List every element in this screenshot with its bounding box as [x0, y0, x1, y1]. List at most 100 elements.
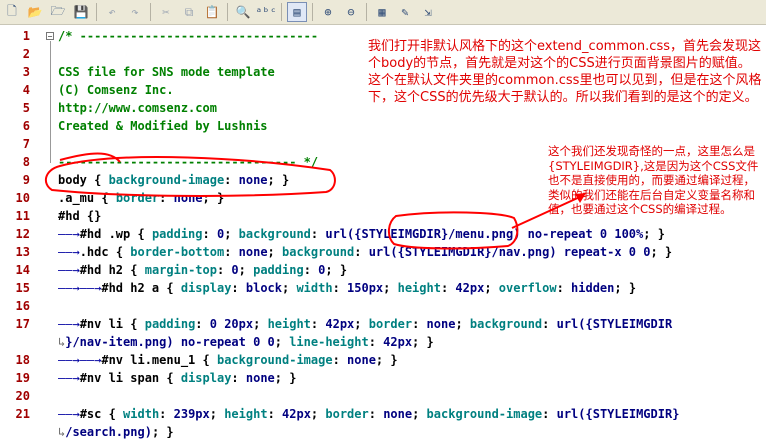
token-pn: :	[202, 227, 217, 241]
code-line[interactable]: 14 ——→#hd h2 { margin-top: 0; padding: 0;…	[0, 261, 766, 279]
redo-icon[interactable]: ↷	[125, 2, 145, 22]
spellcheck-icon[interactable]: ᵃᵇᶜ	[255, 2, 277, 22]
token-pn: {	[101, 191, 116, 205]
token-arrow: ——→	[58, 245, 80, 259]
token-sel: .a_mu	[58, 191, 102, 205]
token-val: 150px	[347, 281, 384, 295]
token-val: none	[383, 407, 413, 421]
token-pn: :	[224, 173, 239, 187]
save-icon[interactable]: 💾	[71, 2, 91, 22]
token-pn: ; }	[202, 191, 225, 205]
token-sel: #sc	[79, 407, 109, 421]
line-number: 13	[15, 245, 30, 259]
code-line[interactable]: 20	[0, 387, 766, 405]
code-line[interactable]: ↳}/nav-item.png) no-repeat 0 0; line-hei…	[0, 333, 766, 351]
code-text: ——→#hd h2 { margin-top: 0; padding: 0; }	[58, 261, 347, 279]
line-number: 2	[22, 47, 30, 61]
token-pn: ;	[224, 227, 239, 241]
token-val: none	[238, 173, 268, 187]
token-pn: {	[115, 245, 131, 259]
code-text: --------------------------------- */	[58, 153, 318, 171]
token-pn: :	[332, 353, 348, 367]
line-number: 11	[15, 209, 30, 223]
open-file-icon[interactable]: 🗁	[48, 2, 68, 22]
token-pn: :	[556, 281, 572, 295]
copy-icon[interactable]: ⧉	[179, 2, 199, 22]
line-number: 7	[22, 137, 30, 151]
open-folder-icon[interactable]: 📂	[25, 2, 45, 22]
token-pn: :	[231, 281, 246, 295]
token-cm: --------------------------------- */	[58, 155, 319, 169]
run-icon[interactable]: ⇲	[418, 2, 438, 22]
token-val: 0	[231, 263, 239, 277]
token-prop: line-height	[289, 335, 369, 349]
token-val: 42px	[282, 407, 311, 421]
toolbar-separator	[96, 3, 97, 21]
token-sel: body	[58, 173, 95, 187]
code-line[interactable]: 13 ——→.hdc { border-bottom: none; backgro…	[0, 243, 766, 261]
undo-icon[interactable]: ↶	[102, 2, 122, 22]
token-pn: ; }	[274, 371, 297, 385]
annotation-note-body: 我们打开非默认风格下的这个extend_common.css，首先会发现这个bo…	[368, 39, 762, 105]
code-line[interactable]: 16	[0, 297, 766, 315]
token-prop: display	[180, 281, 232, 295]
code-line[interactable]: ↳/search.png); }	[0, 423, 766, 441]
token-pn: :	[231, 371, 246, 385]
token-sel: #hd .wp	[79, 227, 138, 241]
toolbar-separator	[366, 3, 367, 21]
zoom-out-icon[interactable]: ⊖	[341, 2, 361, 22]
line-number: 21	[15, 407, 30, 421]
token-prop: background	[282, 245, 355, 259]
code-text: ——→——→#nv li.menu_1 { background-image: …	[58, 351, 398, 369]
code-line[interactable]: 17 ——→#nv li { padding: 0 20px; height: 4…	[0, 315, 766, 333]
zoom-in-icon[interactable]: ⊕	[318, 2, 338, 22]
token-pn: ;	[274, 335, 290, 349]
line-number: 8	[22, 155, 30, 169]
fold-toggle-icon[interactable]: −	[46, 32, 54, 41]
token-pn: :	[303, 263, 319, 277]
code-line[interactable]: 18 ——→——→#nv li.menu_1 { background-image…	[0, 351, 766, 369]
word-wrap-icon[interactable]: ▤	[287, 2, 307, 22]
token-val: 42px	[455, 281, 485, 295]
code-line[interactable]: 15 ——→——→#hd h2 a { display: block; width…	[0, 279, 766, 297]
token-pn: ;	[253, 317, 268, 331]
token-arrow: ——→	[58, 263, 80, 277]
toolbar-separator	[227, 3, 228, 21]
token-prop: padding	[144, 317, 196, 331]
find-icon[interactable]: 🔍	[233, 2, 253, 22]
token-cm: Created & Modified by Lushnis	[58, 119, 268, 133]
token-val: url({STYLEIMGDIR}/menu.png) no-repeat 0 …	[325, 227, 644, 241]
annotation-note-styleimgdir: 这个我们还发现奇怪的一点，这里怎么是{STYLEIMGDIR},这是因为这个CS…	[548, 144, 759, 216]
token-pn: {	[137, 227, 152, 241]
code-line[interactable]: 12 ——→#hd .wp { padding: 0; background: u…	[0, 225, 766, 243]
toolbar-separator	[150, 3, 151, 21]
code-line[interactable]: 19 ——→#nv li span { display: none; }	[0, 369, 766, 387]
code-text: /* ---------------------------------	[58, 27, 318, 45]
token-pn: :	[368, 335, 384, 349]
token-pn: {	[166, 371, 181, 385]
paste-icon[interactable]: 📋	[202, 2, 222, 22]
token-pn: ; }	[325, 263, 348, 277]
token-sel: #nv li	[79, 317, 131, 331]
token-sel: #nv li span	[79, 371, 167, 385]
token-pn: ;	[383, 281, 398, 295]
toolbar-separator	[281, 3, 282, 21]
token-val: none	[238, 245, 268, 259]
code-text: ↳}/nav-item.png) no-repeat 0 0; line-hei…	[58, 333, 434, 351]
code-line[interactable]: 21 ——→#sc { width: 239px; height: 42px; b…	[0, 405, 766, 423]
code-text: body { background-image: none; }	[58, 171, 289, 189]
code-line[interactable]: 6 Created & Modified by Lushnis	[0, 117, 766, 135]
cut-icon[interactable]: ✂	[156, 2, 176, 22]
token-val: none	[426, 317, 456, 331]
token-pn: ;	[354, 317, 369, 331]
edit-pencil-icon[interactable]: ✎	[395, 2, 415, 22]
token-val: url({STYLEIMGDIR	[556, 317, 673, 331]
new-file-icon[interactable]: 🗋	[2, 2, 22, 22]
options-icon[interactable]: ▦	[372, 2, 392, 22]
token-pn: {	[202, 353, 217, 367]
token-val: none	[347, 353, 376, 367]
line-number: 20	[15, 389, 30, 403]
token-val: block	[245, 281, 282, 295]
token-prop: overflow	[498, 281, 557, 295]
token-pn: ;	[282, 281, 297, 295]
